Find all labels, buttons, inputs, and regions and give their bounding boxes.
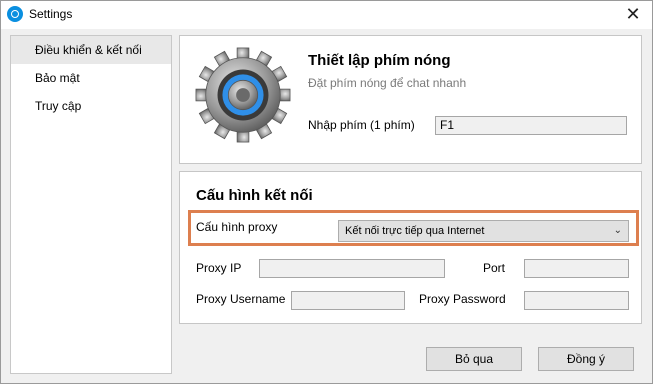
- settings-window: Settings ✕ Điều khiển & kết nối Bảo mật …: [0, 0, 653, 384]
- proxy-config-selected-value: Kết nối trực tiếp qua Internet: [345, 225, 485, 237]
- proxy-ip-field[interactable]: [259, 259, 445, 278]
- sidebar-item-control-connection[interactable]: Điều khiển & kết nối: [11, 36, 171, 64]
- proxy-password-label: Proxy Password: [419, 292, 506, 306]
- port-label: Port: [483, 261, 506, 275]
- connection-panel: Cấu hình kết nối Cấu hình proxy Kết nối …: [179, 171, 642, 324]
- port-field[interactable]: [524, 259, 629, 278]
- sidebar-item-security[interactable]: Bảo mật: [11, 64, 171, 92]
- app-icon: [7, 6, 23, 22]
- proxy-username-label: Proxy Username: [196, 292, 286, 306]
- skip-button[interactable]: Bỏ qua: [426, 347, 522, 371]
- hotkey-panel: Thiết lập phím nóng Đặt phím nóng để cha…: [179, 35, 642, 164]
- title-bar: Settings ✕: [1, 1, 652, 29]
- window-title: Settings: [29, 7, 73, 21]
- proxy-username-field[interactable]: [291, 291, 405, 310]
- proxy-config-select[interactable]: Kết nối trực tiếp qua Internet ⌄: [338, 220, 629, 242]
- proxy-config-label: Cấu hình proxy: [196, 220, 278, 234]
- proxy-ip-label: Proxy IP: [196, 261, 242, 275]
- hotkey-title: Thiết lập phím nóng: [308, 52, 451, 69]
- connection-title: Cấu hình kết nối: [196, 187, 313, 204]
- chevron-down-icon: ⌄: [613, 225, 622, 236]
- hotkey-input-label: Nhập phím (1 phím): [308, 118, 415, 132]
- proxy-password-field[interactable]: [524, 291, 629, 310]
- gear-icon: [195, 47, 291, 143]
- sidebar-item-access[interactable]: Truy cập: [11, 92, 171, 120]
- hotkey-input[interactable]: F1: [435, 116, 627, 135]
- close-button[interactable]: ✕: [616, 1, 650, 29]
- hotkey-subtitle: Đặt phím nóng để chat nhanh: [308, 76, 467, 90]
- settings-sidebar: Điều khiển & kết nối Bảo mật Truy cập: [10, 35, 172, 374]
- agree-button[interactable]: Đồng ý: [538, 347, 634, 371]
